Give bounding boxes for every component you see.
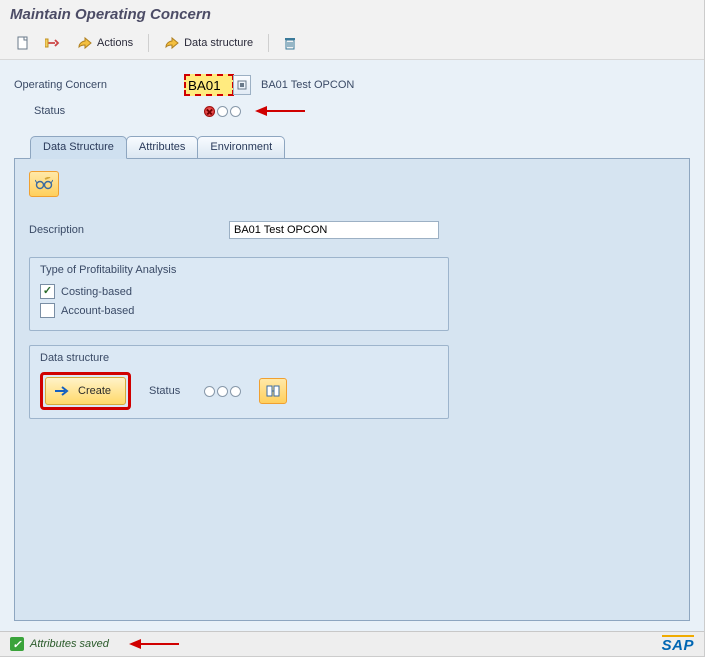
actions-label: Actions bbox=[97, 37, 133, 49]
annotation-arrow-icon bbox=[255, 104, 305, 118]
page-title: Maintain Operating Concern bbox=[10, 6, 694, 23]
data-structure-group: Data structure Create Status bbox=[29, 345, 449, 419]
new-button[interactable] bbox=[10, 32, 36, 54]
tab-pane-data-structure: Description Type of Profitability Analys… bbox=[14, 159, 690, 621]
f4-help-button[interactable] bbox=[233, 75, 251, 95]
create-highlight: Create bbox=[40, 372, 131, 410]
status-light-off-icon bbox=[217, 106, 228, 117]
costing-based-checkbox[interactable] bbox=[40, 284, 55, 299]
status-light-off-icon bbox=[230, 106, 241, 117]
operating-concern-input[interactable] bbox=[184, 74, 234, 96]
status-lights bbox=[204, 106, 241, 117]
tab-data-structure[interactable]: Data Structure bbox=[30, 136, 127, 159]
activate-icon[interactable] bbox=[40, 32, 66, 54]
display-change-button[interactable] bbox=[29, 171, 59, 197]
toolbar: Actions Data structure bbox=[0, 27, 704, 60]
ds-status-label: Status bbox=[149, 385, 180, 397]
costing-based-label: Costing-based bbox=[61, 286, 132, 298]
description-label: Description bbox=[29, 224, 229, 236]
account-based-label: Account-based bbox=[61, 305, 134, 317]
display-structure-button[interactable] bbox=[259, 378, 287, 404]
tab-attributes[interactable]: Attributes bbox=[126, 136, 198, 158]
data-structure-button[interactable]: Data structure bbox=[157, 31, 260, 55]
account-based-checkbox[interactable] bbox=[40, 303, 55, 318]
tab-environment[interactable]: Environment bbox=[197, 136, 285, 158]
type-of-profitability-title: Type of Profitability Analysis bbox=[40, 264, 438, 276]
operating-concern-label: Operating Concern bbox=[14, 79, 184, 91]
sap-logo: SAP bbox=[662, 635, 694, 654]
data-structure-label: Data structure bbox=[184, 37, 253, 49]
status-message: Attributes saved bbox=[30, 638, 109, 650]
annotation-arrow-icon bbox=[129, 637, 179, 651]
type-of-profitability-group: Type of Profitability Analysis Costing-b… bbox=[29, 257, 449, 331]
status-ok-icon: ✓ bbox=[10, 637, 24, 651]
data-structure-title: Data structure bbox=[40, 352, 438, 364]
status-light-red-icon bbox=[204, 106, 215, 117]
delete-button[interactable] bbox=[277, 32, 303, 54]
status-light-off-icon bbox=[204, 386, 215, 397]
description-input[interactable] bbox=[229, 221, 439, 239]
status-light-off-icon bbox=[217, 386, 228, 397]
tabstrip: Data Structure Attributes Environment bbox=[14, 136, 690, 159]
status-label: Status bbox=[14, 105, 204, 117]
ds-status-lights bbox=[204, 386, 241, 397]
status-light-off-icon bbox=[230, 386, 241, 397]
create-button-label: Create bbox=[78, 385, 111, 397]
actions-button[interactable]: Actions bbox=[70, 31, 140, 55]
arrow-right-icon bbox=[54, 385, 70, 397]
status-bar: ✓ Attributes saved SAP bbox=[0, 631, 704, 656]
operating-concern-text: BA01 Test OPCON bbox=[261, 79, 354, 91]
create-button[interactable]: Create bbox=[45, 377, 126, 405]
